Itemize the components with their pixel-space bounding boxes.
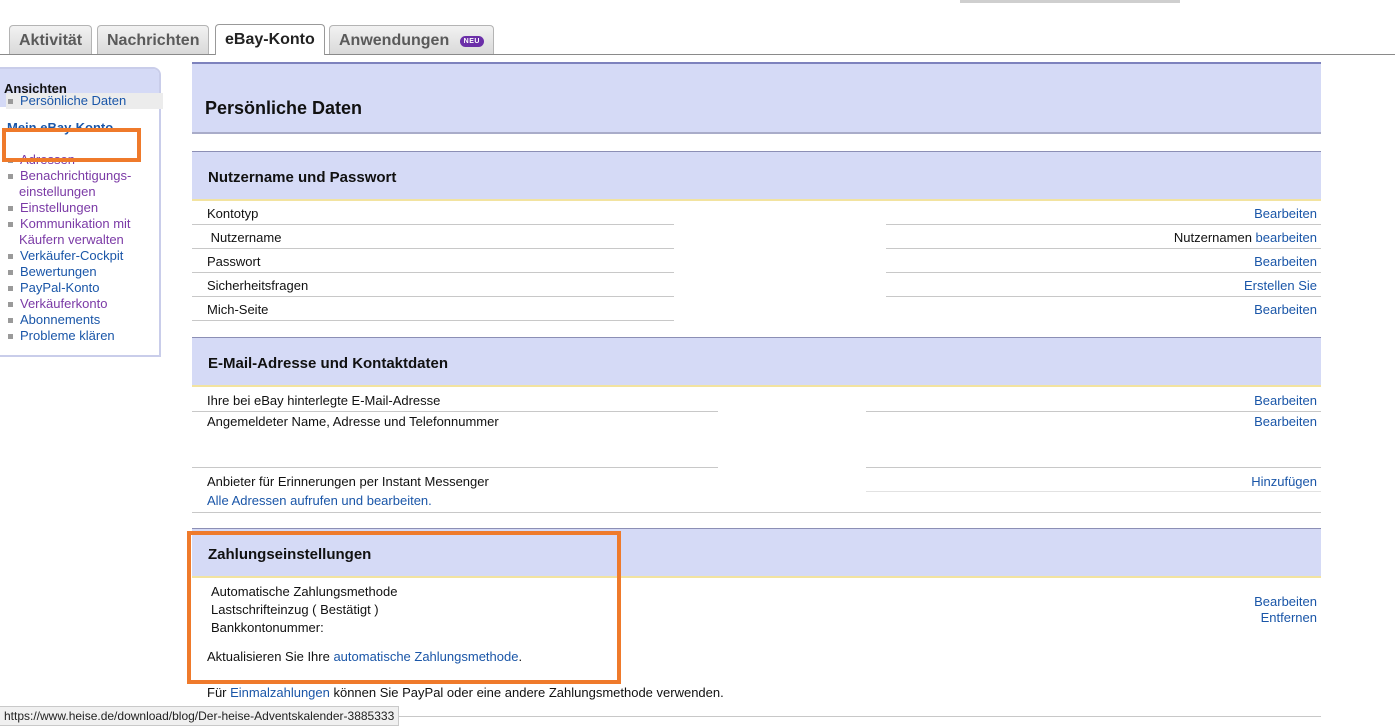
bullet-icon [8,254,13,259]
sidebar-item-persoenliche-daten[interactable]: Persönliche Daten [6,93,163,109]
bullet-icon [8,174,13,179]
username-action: Nutzernamen bearbeiten [1174,230,1317,245]
sidebar-item-paypal-konto[interactable]: PayPal-Konto [8,280,100,296]
bullet-icon [8,334,13,339]
account-row-kontotyp: Kontotyp Bearbeiten [192,201,1321,225]
sidebar-item-label: Adressen [20,152,75,167]
section-divider [192,512,1321,513]
bullet-icon [8,286,13,291]
sidebar-item-bewertungen[interactable]: Bewertungen [8,264,97,280]
contact-row-address: Angemeldeter Name, Adresse und Telefonnu… [192,412,1321,468]
page-title: Persönliche Daten [205,98,363,118]
bullet-icon [8,99,13,104]
sidebar-item-probleme-klaeren[interactable]: Probleme klären [8,328,115,344]
sidebar-item-label: Verkäufer-Cockpit [20,248,124,263]
edit-link[interactable]: Bearbeiten [1254,302,1317,317]
edit-link[interactable]: Bearbeiten [1254,206,1317,221]
bank-account-label: Bankkontonummer: [211,620,324,635]
payment-method-label: Automatische Zahlungsmethode [211,584,398,599]
all-addresses-link[interactable]: Alle Adressen aufrufen und bearbeiten. [207,493,432,508]
section-title: Zahlungseinstellungen [208,546,372,563]
bullet-icon [8,302,13,307]
sidebar-item-verkaeuferkonto[interactable]: Verkäuferkonto [8,296,107,312]
sidebar-item-label-line2: einstellungen [19,184,96,199]
top-edge-fragment [960,0,1180,3]
account-row-sicherheitsfragen: Sicherheitsfragen Erstellen Sie [192,273,1321,297]
bullet-icon [8,222,13,227]
edit-link[interactable]: Bearbeiten [1254,254,1317,269]
sidebar-title[interactable]: Mein eBay-Konto [7,120,113,135]
tab-account-label: eBay-Konto [225,31,315,48]
sidebar-item-label: Abonnements [20,312,101,327]
row-label: Angemeldeter Name, Adresse und Telefonnu… [207,414,499,429]
browser-status-bar: https://www.heise.de/download/blog/Der-h… [0,706,400,726]
section-title: E-Mail-Adresse und Kontaktdaten [208,355,449,372]
new-badge: NEU [459,36,484,47]
sidebar-item-label-line1: Kommunikation mit [20,216,131,231]
remove-payment-link[interactable]: Entfernen [1261,610,1317,625]
bullet-icon [8,158,13,163]
auto-payment-method-link[interactable]: automatische Zahlungsmethode [333,649,518,664]
single-prefix: Für [207,685,231,700]
update-suffix: . [518,649,523,664]
sidebar-item-label: Persönliche Daten [20,93,127,108]
sidebar-item-label: Einstellungen [20,200,99,215]
status-url: https://www.heise.de/download/blog/Der-h… [4,709,395,723]
bullet-icon [8,206,13,211]
tab-activity-label: Aktivität [19,32,83,49]
section-header-payment: Zahlungseinstellungen [192,528,1321,578]
page-header: Persönliche Daten [192,62,1321,134]
row-label: Passwort [207,254,261,269]
sidebar-item-label: Probleme klären [20,328,115,343]
tab-messages[interactable]: Nachrichten [97,25,210,54]
bullet-icon [8,318,13,323]
sidebar-item-adressen[interactable]: Adressen [8,152,75,168]
row-label: Anbieter für Erinnerungen per Instant Me… [207,474,489,489]
row-label: Ihre bei eBay hinterlegte E-Mail-Adresse [207,393,441,408]
account-row-nutzername: Nutzername Nutzernamen bearbeiten [192,225,1321,249]
tab-baseline [0,54,1395,55]
contact-row-messenger: Anbieter für Erinnerungen per Instant Me… [192,468,1321,492]
payment-method-value: Lastschrifteinzug ( Bestätigt ) [211,602,379,617]
tab-bar: Aktivität Nachrichten eBay-Konto Anwendu… [0,0,1395,56]
edit-link[interactable]: Bearbeiten [1254,414,1317,429]
account-row-passwort: Passwort Bearbeiten [192,249,1321,273]
add-link[interactable]: Hinzufügen [1251,474,1317,489]
edit-link[interactable]: Bearbeiten [1254,393,1317,408]
edit-payment-link[interactable]: Bearbeiten [1254,594,1317,609]
sidebar-item-label: Verkäuferkonto [20,296,108,311]
sidebar-item-benachrichtigungen[interactable]: Benachrichtigungs- einstellungen [8,168,131,200]
single-payment-text: Für Einmalzahlungen können Sie PayPal od… [207,685,724,700]
edit-username-link[interactable]: bearbeiten [1256,230,1317,245]
row-label: Kontotyp [207,206,259,221]
sidebar-item-kommunikation[interactable]: Kommunikation mit Käufern verwalten [8,216,131,248]
tab-applications-label: Anwendungen [339,32,450,49]
create-link[interactable]: Erstellen Sie [1244,278,1317,293]
tab-messages-label: Nachrichten [107,32,200,49]
username-action-prefix: Nutzernamen [1173,230,1256,245]
update-prefix: Aktualisieren Sie Ihre [207,649,334,664]
single-payments-link[interactable]: Einmalzahlungen [230,685,330,700]
single-suffix: können Sie PayPal oder eine andere Zahlu… [329,685,724,700]
update-payment-text: Aktualisieren Sie Ihre automatische Zahl… [207,649,522,664]
section-title: Nutzername und Passwort [208,169,397,186]
sidebar-item-label: Bewertungen [20,264,97,279]
sidebar-item-einstellungen[interactable]: Einstellungen [8,200,98,216]
sidebar-item-label: PayPal-Konto [20,280,100,295]
contact-row-email: Ihre bei eBay hinterlegte E-Mail-Adresse… [192,388,1321,412]
tab-applications[interactable]: Anwendungen NEU [329,25,494,54]
section-header-account: Nutzername und Passwort [192,151,1321,201]
row-label: Sicherheitsfragen [207,278,309,293]
bullet-icon [8,270,13,275]
tab-activity[interactable]: Aktivität [9,25,93,54]
section-header-contact: E-Mail-Adresse und Kontaktdaten [192,337,1321,387]
sidebar-item-verkaeufer-cockpit[interactable]: Verkäufer-Cockpit [8,248,123,264]
sidebar-item-abonnements[interactable]: Abonnements [8,312,100,328]
sidebar-item-label-line2: Käufern verwalten [19,232,124,247]
sidebar-item-label-line1: Benachrichtigungs- [20,168,132,183]
tab-account[interactable]: eBay-Konto [215,24,325,55]
row-label: Mich-Seite [207,302,269,317]
account-row-mich-seite: Mich-Seite Bearbeiten [192,297,1321,321]
row-label: Nutzername [207,230,282,245]
